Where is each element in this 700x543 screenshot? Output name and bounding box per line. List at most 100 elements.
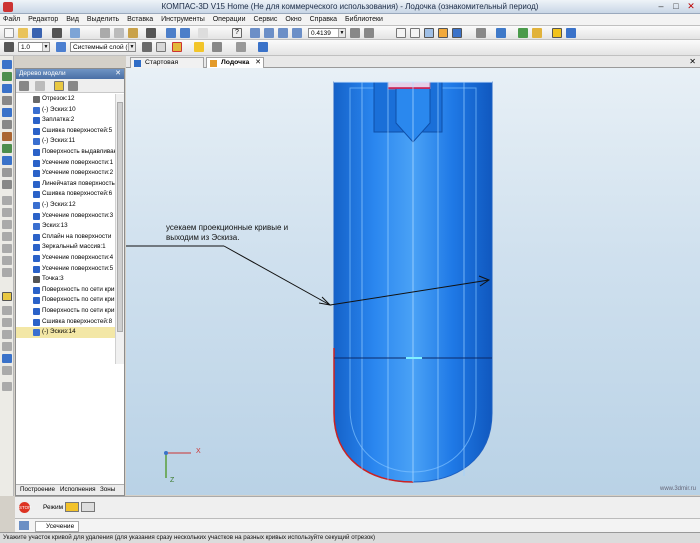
tree-item[interactable]: Отрезок:12	[16, 94, 116, 105]
measure2d-icon[interactable]	[2, 256, 12, 265]
properties-icon[interactable]	[532, 28, 542, 38]
tree-item[interactable]: Зеркальный массив:1	[16, 242, 116, 253]
designations-icon[interactable]	[2, 220, 12, 229]
new-file-icon[interactable]	[4, 28, 14, 38]
select2d-icon[interactable]	[2, 268, 12, 277]
spatial-curves-icon[interactable]	[2, 72, 12, 81]
trim-curve-icon[interactable]	[2, 292, 12, 301]
tab-document[interactable]: Лодочка ✕	[206, 57, 264, 68]
specification-icon[interactable]	[2, 168, 12, 177]
close-button[interactable]: ✕	[684, 1, 698, 12]
geometry-icon[interactable]	[2, 196, 12, 205]
save-icon[interactable]	[32, 28, 42, 38]
model-tree-list[interactable]: Отрезок:12 (-) Эскиз:10 Заплатка:2 Сшивка п…	[16, 94, 116, 352]
tree-item[interactable]: Линейчатая поверхность	[16, 179, 116, 190]
shaded-edges-icon[interactable]	[452, 28, 462, 38]
rotate-2d-icon[interactable]	[2, 354, 12, 363]
paste-icon[interactable]	[128, 28, 138, 38]
grid-icon[interactable]	[212, 42, 222, 52]
mode-multi-icon[interactable]	[81, 502, 95, 512]
open-file-icon[interactable]	[18, 28, 28, 38]
menu-select[interactable]: Выделить	[84, 14, 122, 23]
snap-icon[interactable]	[552, 28, 562, 38]
zoom-combo[interactable]: 0.4139 ▼	[308, 28, 346, 38]
tab-zones[interactable]: Зоны	[98, 486, 117, 493]
tree-item[interactable]: Сшивка поверхностей:6	[16, 189, 116, 200]
tree-item[interactable]: (-) Эскиз:14	[16, 327, 116, 338]
tree-item[interactable]: Поверхность по сети кривых	[16, 295, 116, 306]
reports-icon[interactable]	[2, 180, 12, 189]
redo-icon[interactable]	[180, 28, 190, 38]
menu-window[interactable]: Окно	[282, 14, 304, 23]
tab-construction[interactable]: Построение	[18, 486, 57, 493]
menu-view[interactable]: Вид	[63, 14, 82, 23]
dimensions-icon[interactable]	[2, 208, 12, 217]
select-icon[interactable]	[156, 42, 166, 52]
format-icon[interactable]	[146, 28, 156, 38]
menu-file[interactable]: Файл	[0, 14, 23, 23]
color-icon[interactable]	[258, 42, 268, 52]
menu-service[interactable]: Сервис	[250, 14, 280, 23]
tree-item[interactable]: Усечение поверхности:4	[16, 253, 116, 264]
tree-item[interactable]: (-) Эскиз:10	[16, 105, 116, 116]
stop-icon[interactable]: STOP	[19, 502, 31, 513]
tree-item[interactable]: Точка:3	[16, 274, 116, 285]
help-panel-icon[interactable]	[19, 521, 29, 530]
view-iso-icon[interactable]	[424, 28, 434, 38]
filters-icon[interactable]	[2, 156, 12, 165]
view-top-icon[interactable]	[410, 28, 420, 38]
copy-icon[interactable]	[114, 28, 124, 38]
tree-item[interactable]: Эскиз:13	[16, 221, 116, 232]
line-width-combo[interactable]: 1.0 ▼	[18, 42, 50, 52]
offset-icon[interactable]	[2, 306, 12, 315]
zoom-in-icon[interactable]	[264, 28, 274, 38]
tab-versions[interactable]: Исполнения	[58, 486, 98, 493]
tree-view-icon[interactable]	[19, 81, 29, 91]
project-icon[interactable]	[2, 318, 12, 327]
tab-trim-command[interactable]: Усечение	[35, 521, 80, 532]
maximize-button[interactable]: □	[669, 1, 683, 12]
tree-item[interactable]: Сшивка поверхностей:5	[16, 126, 116, 137]
measure-icon[interactable]	[2, 144, 12, 153]
pan-icon[interactable]	[364, 28, 374, 38]
tree-options-icon[interactable]	[68, 81, 78, 91]
zoom-all-icon[interactable]	[292, 28, 302, 38]
arrays-icon[interactable]	[2, 120, 12, 129]
tree-item[interactable]: (-) Эскиз:11	[16, 136, 116, 147]
diagnostics-icon[interactable]	[2, 108, 12, 117]
tree-item[interactable]: Усечение поверхности:1	[16, 158, 116, 169]
shaded-icon[interactable]	[438, 28, 448, 38]
tree-item[interactable]: Поверхность по сети кривых	[16, 306, 116, 317]
layer-icon[interactable]	[56, 42, 66, 52]
fillet-icon[interactable]	[2, 382, 12, 391]
close-icon[interactable]: ✕	[255, 58, 261, 68]
tree-item[interactable]: (-) Эскиз:12	[16, 200, 116, 211]
scale-icon[interactable]	[2, 366, 12, 375]
close-icon[interactable]: ✕	[115, 69, 121, 77]
tree-item[interactable]: Заплатка:2	[16, 115, 116, 126]
snap-toggle-icon[interactable]	[172, 42, 182, 52]
edit-part-icon[interactable]	[2, 60, 12, 69]
print-icon[interactable]	[52, 28, 62, 38]
tab-start-page[interactable]: Стартовая страница	[130, 57, 204, 76]
tree-scroll-thumb[interactable]	[117, 102, 123, 332]
menu-operations[interactable]: Операции	[210, 14, 249, 23]
rotate-icon[interactable]	[350, 28, 360, 38]
filter-icon[interactable]	[496, 28, 506, 38]
tree-item[interactable]: Усечение поверхности:2	[16, 168, 116, 179]
edit-sketch-icon[interactable]	[2, 232, 12, 241]
menu-help[interactable]: Справка	[307, 14, 340, 23]
preview-icon[interactable]	[70, 28, 80, 38]
cut-icon[interactable]	[100, 28, 110, 38]
undo-icon[interactable]	[166, 28, 176, 38]
tree-scrollbar[interactable]	[115, 94, 124, 364]
tree-item[interactable]: Усечение поверхности:3	[16, 211, 116, 222]
tree-filter-icon[interactable]	[54, 81, 64, 91]
symmetry-icon[interactable]	[2, 342, 12, 351]
menu-edit[interactable]: Редактор	[25, 14, 61, 23]
menu-tools[interactable]: Инструменты	[158, 14, 208, 23]
tree-item[interactable]: Поверхность выдавливания	[16, 147, 116, 158]
layer-combo[interactable]: Системный слой (0) ▼	[70, 42, 136, 52]
perspective-icon[interactable]	[476, 28, 486, 38]
zoom-out-icon[interactable]	[278, 28, 288, 38]
